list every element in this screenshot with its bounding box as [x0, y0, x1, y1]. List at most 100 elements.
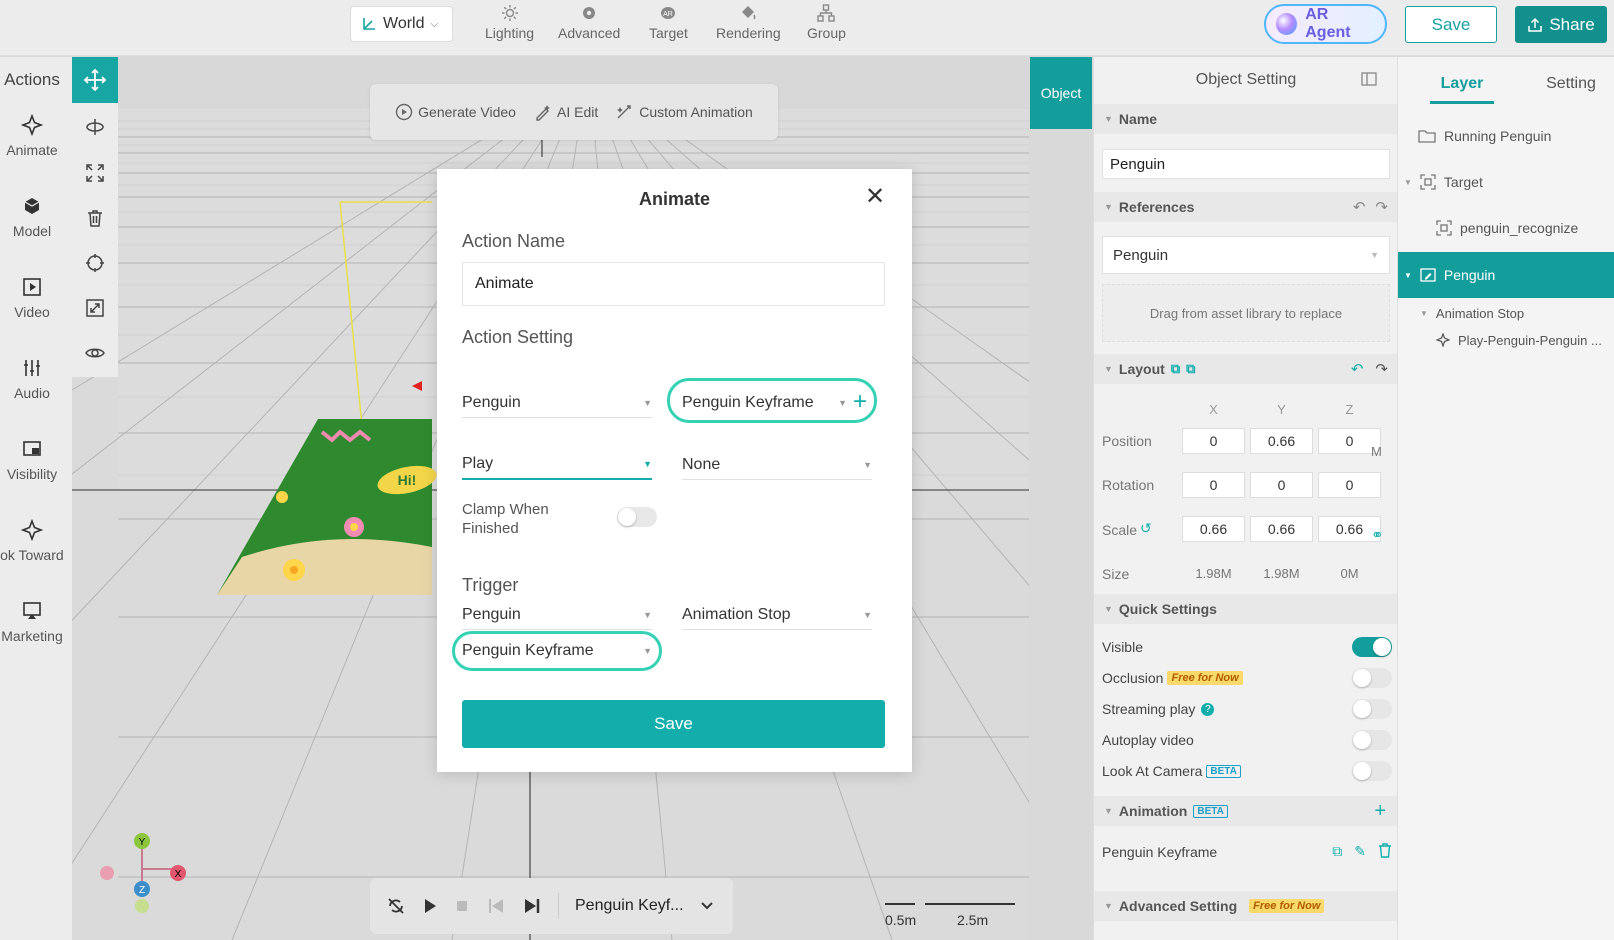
reference-select[interactable]: Penguin ▼: [1102, 236, 1390, 274]
modal-save-button[interactable]: Save: [462, 700, 885, 748]
tab-layer[interactable]: Layer: [1428, 75, 1496, 93]
object-tab[interactable]: Object: [1030, 57, 1092, 129]
share-button[interactable]: Share: [1515, 6, 1607, 43]
advanced-section-header[interactable]: ▼ Advanced Setting Free for Now: [1094, 891, 1398, 921]
target-object-select[interactable]: Penguin ▼: [462, 388, 652, 418]
occlusion-toggle[interactable]: [1352, 668, 1392, 688]
target-button[interactable]: AR Target: [649, 4, 688, 41]
layer-penguin[interactable]: ▼ Penguin: [1398, 252, 1614, 298]
action-audio[interactable]: Audio: [0, 357, 64, 401]
loop-off-icon[interactable]: [386, 896, 406, 916]
autoplay-toggle[interactable]: [1352, 730, 1392, 750]
action-video[interactable]: Video: [0, 276, 64, 320]
copy-icon[interactable]: ⧉: [1171, 361, 1180, 377]
layer-play-action[interactable]: Play-Penguin-Penguin ...: [1398, 325, 1614, 355]
move-tool-button[interactable]: [72, 57, 118, 103]
trash-icon[interactable]: [1378, 843, 1392, 860]
step-forward-icon[interactable]: [522, 897, 542, 915]
play-icon[interactable]: [422, 897, 438, 915]
scale-y-input[interactable]: 0.66: [1250, 516, 1313, 542]
position-y-input[interactable]: 0.66: [1250, 428, 1313, 454]
redo-icon[interactable]: ↷: [1375, 198, 1388, 216]
rotation-y-input[interactable]: 0: [1250, 472, 1313, 498]
visible-toggle[interactable]: [1352, 637, 1392, 657]
edit-icon[interactable]: ✎: [1354, 843, 1366, 860]
caret-down-icon: ▼: [643, 646, 652, 656]
layer-running-penguin[interactable]: Running Penguin: [1398, 121, 1614, 151]
ar-agent-button[interactable]: AR Agent: [1264, 4, 1387, 44]
trigger-animation-select[interactable]: Penguin Keyframe ▼: [462, 636, 652, 666]
animation-section-header[interactable]: ▼ Animation BETA +: [1094, 796, 1398, 826]
animation-select[interactable]: Penguin Keyframe ▼: [682, 388, 847, 418]
fit-tool-button[interactable]: [72, 293, 118, 323]
action-marketing[interactable]: Marketing: [0, 600, 64, 644]
layer-penguin-recognize[interactable]: penguin_recognize: [1398, 213, 1614, 243]
asset-drop-zone[interactable]: Drag from asset library to replace: [1102, 284, 1390, 342]
axis-gizmo[interactable]: Y X Z: [100, 833, 186, 913]
panel-toggle-icon[interactable]: [1361, 72, 1377, 86]
advanced-button[interactable]: Advanced: [558, 4, 620, 41]
group-button[interactable]: Group: [807, 4, 846, 41]
focus-tool-button[interactable]: [72, 248, 118, 278]
undo-icon[interactable]: ↶: [1353, 198, 1366, 216]
help-icon[interactable]: ?: [1201, 702, 1215, 716]
close-icon[interactable]: ✕: [865, 185, 885, 209]
tab-setting[interactable]: Setting: [1536, 75, 1606, 93]
rendering-button[interactable]: Rendering: [716, 4, 781, 41]
generate-video-button[interactable]: Generate Video: [395, 103, 516, 121]
caret-down-icon: ▼: [643, 397, 652, 408]
streaming-play-toggle[interactable]: [1352, 699, 1392, 719]
animation-item-label: Penguin Keyframe: [1102, 843, 1218, 860]
link-scale-icon[interactable]: ⚭: [1371, 526, 1384, 544]
layer-animation-stop[interactable]: ▼ Animation Stop: [1398, 298, 1614, 328]
loop-mode-select[interactable]: None ▼: [682, 450, 872, 480]
name-section-header[interactable]: ▼ Name: [1094, 104, 1398, 134]
play-mode-select[interactable]: Play ▼: [462, 450, 652, 480]
undo-icon[interactable]: ↶: [1351, 360, 1364, 378]
trigger-object-select[interactable]: Penguin ▼: [462, 600, 652, 630]
add-animation-icon[interactable]: +: [853, 390, 873, 415]
play-square-icon: [21, 276, 43, 298]
stop-icon[interactable]: [454, 898, 470, 914]
clamp-toggle[interactable]: [617, 507, 657, 527]
look-at-camera-toggle[interactable]: [1352, 761, 1392, 781]
rotate-tool-button[interactable]: [72, 112, 118, 142]
layer-target[interactable]: ▼ Target: [1398, 167, 1614, 197]
references-section-header[interactable]: ▼ References ↶ ↷: [1094, 192, 1398, 222]
action-model[interactable]: Model: [0, 195, 64, 239]
animation-item-row[interactable]: Penguin Keyframe ⧉ ✎: [1102, 843, 1392, 860]
paste-icon[interactable]: ⧉: [1186, 361, 1195, 377]
step-back-icon[interactable]: [486, 897, 506, 915]
name-input[interactable]: Penguin: [1102, 149, 1390, 179]
quick-settings-header[interactable]: ▼ Quick Settings: [1094, 594, 1398, 624]
trigger-event-select[interactable]: Animation Stop ▼: [682, 600, 872, 630]
action-visibility[interactable]: Visibility: [0, 438, 64, 482]
reset-scale-icon[interactable]: ↺: [1140, 520, 1152, 537]
animation-track-select[interactable]: Penguin Keyf...: [575, 897, 714, 915]
rotation-x-input[interactable]: 0: [1182, 472, 1245, 498]
save-project-button[interactable]: Save: [1405, 6, 1497, 43]
action-name-input[interactable]: Animate: [462, 262, 885, 306]
scale-x-input[interactable]: 0.66: [1182, 516, 1245, 542]
playback-bar: Penguin Keyf...: [370, 878, 733, 934]
delete-tool-button[interactable]: [72, 203, 118, 233]
custom-animation-button[interactable]: Custom Animation: [616, 103, 753, 121]
add-icon[interactable]: +: [1374, 800, 1386, 823]
world-dropdown[interactable]: World ⌵: [350, 6, 453, 42]
lighting-button[interactable]: Lighting: [485, 4, 534, 41]
layout-section-header[interactable]: ▼ Layout ⧉ ⧉ ↶ ↷: [1094, 354, 1398, 384]
position-x-input[interactable]: 0: [1182, 428, 1245, 454]
preview-tool-button[interactable]: [72, 338, 118, 368]
rotation-z-input[interactable]: 0: [1318, 472, 1381, 498]
scale-tool-button[interactable]: [72, 158, 118, 188]
action-look-toward-label: ook Toward: [0, 547, 64, 563]
axis-x-label: X: [1209, 402, 1218, 417]
layer-label: Running Penguin: [1444, 128, 1552, 144]
caret-down-icon: ▼: [863, 609, 872, 620]
action-look-toward[interactable]: ook Toward: [0, 519, 64, 563]
action-animate[interactable]: Animate: [0, 114, 64, 158]
caret-down-icon: ▼: [863, 459, 872, 470]
duplicate-icon[interactable]: ⧉: [1332, 843, 1342, 860]
ai-edit-button[interactable]: AI Edit: [534, 103, 598, 121]
redo-icon[interactable]: ↷: [1375, 360, 1388, 378]
